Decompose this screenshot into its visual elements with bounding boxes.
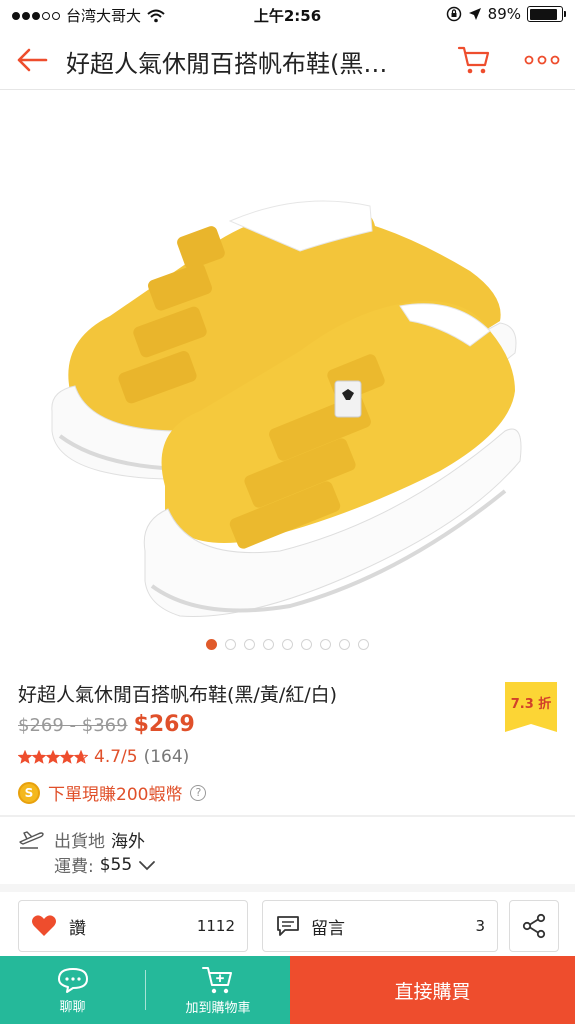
- like-button[interactable]: 讚 1112: [18, 900, 248, 952]
- back-button[interactable]: [14, 42, 50, 78]
- ship-origin-label: 出貨地: [54, 832, 105, 852]
- shipping-fee-value: $55: [99, 854, 133, 875]
- like-count: 1112: [196, 917, 235, 935]
- shopee-coin-icon: S: [18, 781, 40, 804]
- rating-count: (164): [143, 747, 190, 767]
- ship-origin: 出貨地 海外: [54, 827, 145, 852]
- pager-dot[interactable]: [320, 639, 331, 650]
- comment-bubble-icon: [277, 916, 299, 936]
- buy-now-button[interactable]: 直接購買: [290, 956, 575, 1024]
- add-to-cart-icon: [202, 966, 232, 993]
- yellow-canvas-shoes-illustration: [51, 200, 522, 617]
- image-pager: [0, 639, 575, 653]
- pager-dot[interactable]: [244, 639, 255, 650]
- add-to-cart-button[interactable]: 加到購物車: [146, 956, 290, 1024]
- shopping-cart-icon: [457, 46, 490, 74]
- pager-dot[interactable]: [301, 639, 312, 650]
- more-options-button[interactable]: [520, 40, 564, 80]
- pager-dot[interactable]: [282, 639, 293, 650]
- status-bar: 台湾大哥大 上午2:56 89%: [0, 0, 575, 30]
- current-price: $269: [133, 712, 195, 737]
- shipping-fee-label: 運費:: [54, 857, 94, 877]
- chat-icon: [57, 967, 88, 993]
- comment-count: 3: [475, 917, 485, 935]
- shipping-fee-row[interactable]: 運費: $55: [54, 852, 156, 877]
- chevron-down-icon: [139, 860, 156, 870]
- battery-level: [529, 8, 558, 20]
- share-icon: [522, 913, 546, 939]
- rating-stars-icon: [18, 750, 88, 764]
- coin-reward-text: 下單現賺200蝦幣: [48, 785, 183, 805]
- orientation-lock-icon: [446, 6, 461, 22]
- help-icon[interactable]: ?: [190, 784, 207, 801]
- status-right: 89%: [446, 5, 566, 23]
- location-arrow-icon: [468, 8, 481, 20]
- page-title: 好超人氣休閒百搭帆布鞋(黑…: [66, 50, 388, 78]
- comment-label: 留言: [311, 918, 345, 939]
- add-to-cart-label: 加到購物車: [185, 1000, 251, 1016]
- bottom-separator: [145, 956, 146, 1024]
- pager-dot[interactable]: [206, 639, 217, 650]
- share-button[interactable]: [509, 900, 559, 952]
- rating-score: 4.7/5: [94, 747, 138, 767]
- pager-dot[interactable]: [225, 639, 236, 650]
- product-title: 好超人氣休閒百搭帆布鞋(黑/黃/紅/白): [18, 684, 338, 706]
- top-nav-bar: 好超人氣休閒百搭帆布鞋(黑…: [0, 30, 575, 90]
- like-label: 讚: [69, 918, 86, 939]
- price-row: $269 - $369 $269: [18, 712, 195, 740]
- original-price: $269 - $369: [18, 715, 128, 736]
- product-image[interactable]: [0, 91, 575, 631]
- chat-label: 聊聊: [59, 999, 86, 1015]
- airplane-icon: [19, 831, 44, 849]
- battery-percent: 89%: [487, 5, 521, 23]
- comment-button[interactable]: 留言 3: [262, 900, 498, 952]
- heart-icon: [32, 915, 56, 936]
- divider: [0, 815, 575, 817]
- rating-row[interactable]: 4.7/5 (164): [18, 747, 189, 767]
- back-arrow-icon: [17, 48, 48, 72]
- pager-dot[interactable]: [358, 639, 369, 650]
- pager-dot[interactable]: [263, 639, 274, 650]
- section-gap: [0, 884, 575, 892]
- more-dots-icon: [524, 55, 560, 65]
- battery-icon: [527, 6, 566, 22]
- bottom-action-bar: 聊聊 加到購物車 直接購買: [0, 956, 575, 1024]
- ship-origin-value: 海外: [111, 832, 145, 852]
- discount-badge: 7.3 折: [505, 682, 557, 732]
- cart-button[interactable]: [454, 40, 494, 80]
- coin-reward-row[interactable]: S 下單現賺200蝦幣 ?: [18, 780, 207, 805]
- chat-button[interactable]: 聊聊: [0, 956, 145, 1024]
- pager-dot[interactable]: [339, 639, 350, 650]
